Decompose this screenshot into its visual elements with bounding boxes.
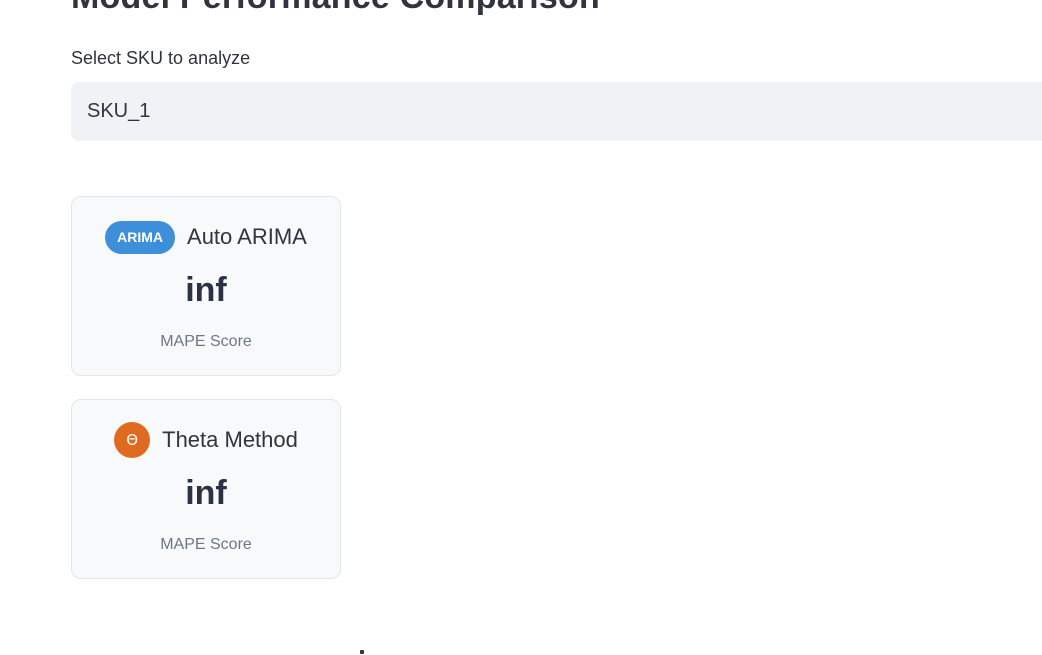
mape-score-label: MAPE Score <box>160 333 252 350</box>
mape-score-label: MAPE Score <box>160 536 252 553</box>
model-card-header: ARIMA Auto ARIMA <box>72 219 340 255</box>
sku-select-label: Select SKU to analyze <box>71 48 251 68</box>
model-card-theta: Θ Theta Method inf MAPE Score <box>71 399 341 579</box>
page: Model Performance Comparison Select SKU … <box>0 0 1042 655</box>
page-title: Model Performance Comparison <box>71 0 600 17</box>
model-name: Theta Method <box>162 427 298 452</box>
model-name: Auto ARIMA <box>187 224 307 249</box>
sku-select-value: SKU_1 <box>87 100 151 122</box>
sku-select[interactable]: SKU_1 <box>71 82 1042 141</box>
model-card-header: Θ Theta Method <box>72 422 340 458</box>
mape-score-value: inf <box>185 271 227 309</box>
arima-badge: ARIMA <box>105 220 176 254</box>
cropped-heading-fragment <box>360 644 366 655</box>
theta-icon: Θ <box>114 422 151 458</box>
model-card-arima: ARIMA Auto ARIMA inf MAPE Score <box>71 196 341 376</box>
mape-score-value: inf <box>185 474 227 512</box>
